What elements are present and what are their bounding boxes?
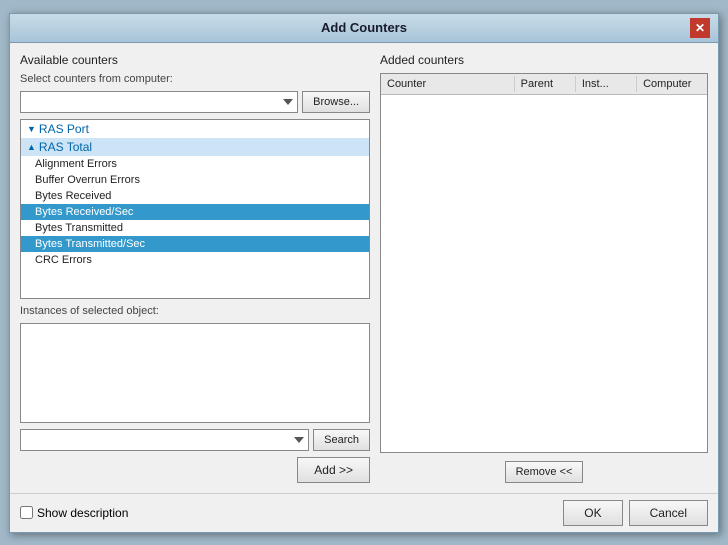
chevron-right-icon: ▼	[27, 124, 36, 134]
close-button[interactable]: ✕	[690, 18, 710, 38]
list-item[interactable]: Bytes Transmitted	[21, 220, 369, 236]
title-bar: Add Counters ✕	[10, 14, 718, 43]
computer-row: Browse...	[20, 91, 370, 113]
add-counters-dialog: Add Counters ✕ Available counters Select…	[9, 13, 719, 533]
left-panel: Available counters Select counters from …	[20, 53, 370, 483]
col-header-counter: Counter	[381, 76, 515, 92]
counters-list-container: ▼ RAS Port ▲ RAS Total Alignment Errors …	[20, 119, 370, 299]
list-item[interactable]: Bytes Transmitted/Sec	[21, 236, 369, 252]
right-panel: Added counters Counter Parent Inst... Co…	[380, 53, 708, 483]
footer-buttons: OK Cancel	[563, 500, 708, 526]
remove-row: Remove <<	[380, 459, 708, 483]
show-description-row: Show description	[20, 506, 128, 520]
search-input[interactable]	[20, 429, 309, 451]
computer-select[interactable]	[20, 91, 298, 113]
dialog-body: Available counters Select counters from …	[10, 43, 718, 493]
dialog-title: Add Counters	[38, 20, 690, 35]
browse-button[interactable]: Browse...	[302, 91, 370, 113]
instances-box	[20, 323, 370, 423]
instances-label: Instances of selected object:	[20, 305, 370, 317]
added-table-header: Counter Parent Inst... Computer	[381, 74, 707, 95]
added-table-container: Counter Parent Inst... Computer	[380, 73, 708, 453]
counters-list: ▼ RAS Port ▲ RAS Total Alignment Errors …	[21, 120, 369, 298]
available-counters-label: Available counters	[20, 53, 370, 67]
col-header-parent: Parent	[515, 76, 576, 92]
list-item[interactable]: CRC Errors	[21, 252, 369, 268]
list-item[interactable]: ▲ RAS Total	[21, 138, 369, 156]
cancel-button[interactable]: Cancel	[629, 500, 708, 526]
remove-button[interactable]: Remove <<	[505, 461, 584, 483]
select-from-label: Select counters from computer:	[20, 73, 370, 85]
list-item[interactable]: Alignment Errors	[21, 156, 369, 172]
show-description-label: Show description	[37, 506, 128, 520]
col-header-computer: Computer	[637, 76, 707, 92]
search-button[interactable]: Search	[313, 429, 370, 451]
added-table-body	[381, 95, 707, 452]
list-item[interactable]: Bytes Received	[21, 188, 369, 204]
show-description-checkbox[interactable]	[20, 506, 33, 519]
ok-button[interactable]: OK	[563, 500, 622, 526]
list-item[interactable]: Buffer Overrun Errors	[21, 172, 369, 188]
list-item[interactable]: ▼ RAS Port	[21, 120, 369, 138]
add-row: Add >>	[20, 457, 370, 483]
list-item[interactable]: Bytes Received/Sec	[21, 204, 369, 220]
search-row: Search	[20, 429, 370, 451]
added-counters-label: Added counters	[380, 53, 708, 67]
add-button[interactable]: Add >>	[297, 457, 370, 483]
chevron-up-icon: ▲	[27, 142, 36, 152]
dialog-footer: Show description OK Cancel	[10, 493, 718, 532]
col-header-inst: Inst...	[576, 76, 637, 92]
